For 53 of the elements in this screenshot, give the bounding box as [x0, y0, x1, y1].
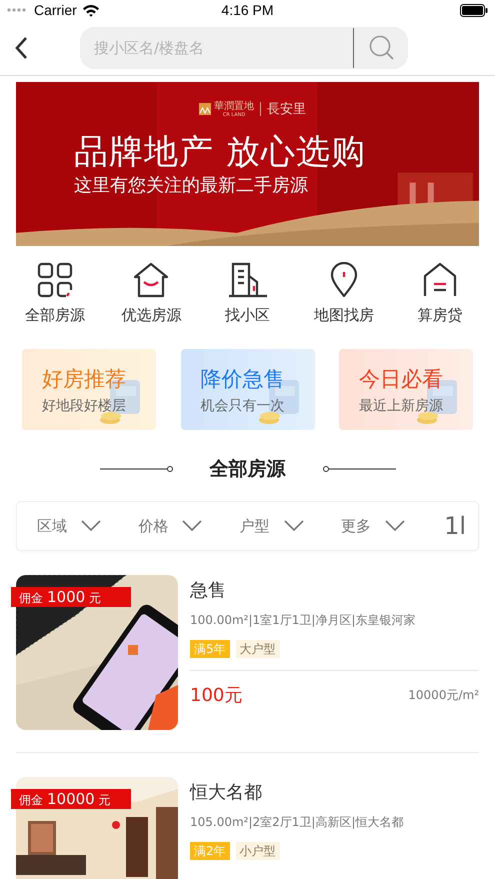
back-icon[interactable]	[14, 36, 28, 60]
banner-subtitle: 这里有您关注的最新二手房源	[74, 174, 308, 198]
promo-title: 好房推荐	[42, 366, 127, 392]
listing-title: 恒大名都	[190, 781, 263, 805]
chevron-down-icon[interactable]	[284, 520, 304, 532]
tag-label: 大户型	[236, 640, 280, 658]
unit-price: 10000元/m²	[408, 686, 479, 704]
carrier-label: Carrier	[34, 2, 77, 18]
promo-subtitle: 机会只有一次	[200, 396, 286, 414]
search-icon[interactable]	[368, 34, 396, 62]
tag-label: 满2年	[190, 842, 230, 860]
chevron-down-icon[interactable]	[182, 520, 202, 532]
section-title: 全部房源	[210, 457, 286, 482]
grid-icon	[37, 262, 73, 298]
category-button[interactable]: 算房贷	[393, 260, 487, 327]
building-icon	[228, 262, 268, 298]
promo-title: 今日必看	[359, 366, 444, 392]
filter-dropdown[interactable]: 更多	[340, 516, 442, 536]
listing-title: 急售	[190, 579, 227, 603]
tag-label: 小户型	[236, 842, 280, 860]
tag-label: 满5年	[190, 640, 230, 658]
category-button[interactable]: 找小区	[200, 260, 294, 327]
brand-name: 華潤置地	[214, 100, 254, 112]
filter-dropdown[interactable]: 价格	[138, 516, 240, 536]
promo-title: 降价急售	[200, 366, 286, 392]
listing-details: 105.00m²|2室2厅1卫|高新区|恒大名都	[190, 814, 405, 831]
filter-dropdown[interactable]: 区域	[37, 516, 138, 536]
promo-card[interactable]: 好房推荐 好地段好楼层	[22, 349, 156, 430]
house-icon	[132, 262, 170, 298]
promo-subtitle: 好地段好楼层	[42, 396, 127, 414]
commission-badge: 佣金 10000 元	[11, 789, 131, 809]
listing-price: 100元	[190, 684, 242, 707]
listing-details: 100.00m²|1室1厅1卫|净月区|东皇银河家	[190, 612, 417, 629]
chevron-down-icon[interactable]	[384, 520, 405, 532]
promo-subtitle: 最近上新房源	[359, 396, 444, 414]
category-button[interactable]: 地图找房	[296, 260, 391, 327]
wifi-icon	[82, 4, 100, 16]
house-icon	[422, 262, 458, 298]
promo-card[interactable]: 降价急售 机会只有一次	[180, 349, 314, 430]
banner-headline: 品牌地产 放心选购	[74, 132, 366, 172]
commission-badge: 佣金 1000 元	[11, 587, 131, 607]
promo-card[interactable]: 今日必看 最近上新房源	[339, 349, 473, 430]
map-pin-icon	[328, 262, 359, 298]
sort-button[interactable]: 1l	[442, 512, 468, 540]
chevron-down-icon[interactable]	[81, 520, 101, 532]
project-name: 長安里	[267, 101, 306, 118]
category-button[interactable]: 全部房源	[8, 260, 102, 327]
clock-time: 4:16 PM	[220, 2, 275, 18]
filter-dropdown[interactable]: 户型	[240, 516, 341, 536]
logo-icon	[199, 103, 211, 115]
search-field[interactable]: 搜小区名/楼盘名	[80, 26, 408, 68]
category-button[interactable]: 优选房源	[104, 260, 198, 327]
battery-icon	[460, 4, 488, 16]
